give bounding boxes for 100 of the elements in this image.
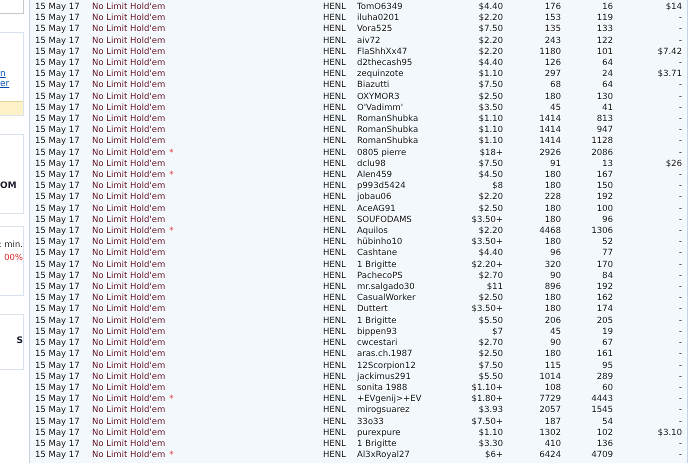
position-cell-text: 162	[596, 293, 613, 304]
buyin-cell-text: $2.50	[478, 92, 503, 103]
sidebar-panel	[0, 0, 24, 14]
player-cell-text: zequinzote	[357, 69, 404, 80]
entrants-cell-text: 153	[544, 13, 561, 24]
heading-text: S	[16, 335, 23, 348]
entrants-cell-text: 180	[544, 204, 561, 215]
entrants-cell-text: 1014	[538, 372, 561, 383]
game-cell: No Limit Hold'em	[92, 293, 166, 304]
entrants-cell-text: 115	[544, 360, 561, 372]
game-cell: No Limit Hold'em	[92, 36, 166, 46]
game-cell: No Limit Hold'em	[92, 181, 166, 192]
player-cell-text: Biazutti	[357, 80, 390, 92]
prize-cell-text: -	[678, 181, 683, 192]
position-cell-text: 4443	[590, 394, 613, 406]
position-cell-text: 95	[601, 360, 613, 372]
game-cell: No Limit Hold'em	[92, 92, 166, 102]
date-cell-text: 15 May 17	[34, 360, 81, 372]
prize-cell: -	[613, 304, 687, 316]
date-cell-text: 15 May 17	[34, 394, 81, 406]
date-cell-text: 15 May 17	[34, 428, 81, 439]
entrants-cell-text: 180	[544, 170, 561, 182]
entrants-cell-text: 206	[544, 316, 561, 327]
position-cell: 813	[561, 114, 613, 126]
date-cell-text: 15 May 17	[34, 181, 81, 192]
game-cell: No Limit Hold'em	[92, 148, 166, 158]
game-cell: No Limit Hold'em	[92, 304, 166, 314]
buyin-cell-text: $4.50	[478, 170, 503, 182]
type-cell: HENL	[323, 58, 357, 70]
buyin-cell-text: $1.10+	[470, 382, 503, 394]
player-cell-text: p993d5424	[357, 181, 407, 192]
buyin-cell-text: $4.40	[478, 248, 503, 260]
date-cell-text: 15 May 17	[34, 125, 81, 136]
buyin-cell-text: $2.20+	[470, 260, 503, 271]
date-cell-text: 15 May 17	[34, 13, 81, 24]
entrants-cell-text: 243	[544, 36, 561, 47]
player-cell-text: aiv72	[357, 36, 382, 47]
entrants-cell-text: 135	[544, 24, 561, 36]
date-cell-text: 15 May 17	[34, 304, 81, 316]
type-cell: HENL	[323, 226, 357, 238]
player-cell-text: RomanShubka	[357, 114, 420, 126]
type-cell-text: HENL	[323, 92, 347, 103]
entrants-cell-text: 68	[549, 80, 561, 92]
player-cell: cwcestari	[357, 338, 457, 350]
link-text[interactable]: n	[0, 69, 6, 79]
position-cell-text: 170	[596, 260, 613, 271]
game-cell: No Limit Hold'em	[92, 46, 166, 57]
game-cell: No Limit Hold'em	[92, 260, 166, 270]
buyin-cell-text: $1.10	[478, 428, 503, 439]
position-cell-text: 16	[601, 2, 613, 14]
date-cell-text: 15 May 17	[34, 2, 81, 14]
entrants-cell-text: 45	[549, 326, 561, 338]
game-cell: No Limit Hold'em	[92, 24, 166, 34]
type-cell-text: HENL	[323, 304, 347, 316]
entrants-cell-text: 320	[544, 260, 561, 271]
player-cell-text: AceAG91	[357, 204, 397, 215]
date-cell-text: 15 May 17	[34, 372, 81, 383]
prize-cell-text: -	[678, 136, 683, 148]
game-cell: No Limit Hold'em	[92, 192, 166, 202]
prize-cell-text: -	[678, 170, 683, 182]
entrants-cell-text: 176	[544, 2, 561, 14]
entrants-cell-text: 1414	[538, 125, 561, 136]
player-cell-text: jackimus291	[357, 372, 412, 383]
game-cell: No Limit Hold'em	[92, 450, 166, 460]
type-cell-text: HENL	[323, 80, 347, 92]
prize-cell: -	[613, 80, 687, 92]
position-cell-text: 1306	[590, 226, 613, 238]
entrants-cell-text: 2926	[538, 148, 561, 159]
buyin-cell-text: $7.50	[478, 80, 503, 92]
buyin-cell: $11	[457, 282, 503, 294]
buyin-cell-text: $4.40	[478, 58, 503, 70]
entrants-cell-text: 7729	[538, 394, 561, 406]
type-cell-text: HENL	[323, 136, 347, 148]
position-cell-text: 41	[601, 102, 613, 114]
type-cell-text: HENL	[323, 114, 347, 126]
game-cell: No Limit Hold'em	[92, 214, 166, 225]
type-cell: HENL	[323, 2, 357, 14]
buyin-cell-text: $3.50+	[470, 237, 503, 248]
prize-cell-text: -	[678, 13, 683, 24]
position-cell: 4709	[561, 450, 613, 462]
entrants-cell-text: 91	[549, 158, 561, 170]
type-cell-text: HENL	[323, 416, 347, 428]
buyin-cell-text: $2.70	[478, 338, 503, 350]
date-cell-text: 15 May 17	[34, 226, 81, 238]
date-cell-text: 15 May 17	[34, 237, 81, 248]
game-cell: No Limit Hold'em	[92, 226, 166, 236]
position-cell-text: 1545	[590, 405, 613, 417]
type-cell-text: HENL	[323, 214, 347, 226]
buyin-cell: $2.20	[457, 226, 503, 238]
date-cell-text: 15 May 17	[34, 438, 81, 450]
position-cell-text: 205	[596, 316, 613, 327]
entrants-cell-text: 1302	[538, 428, 561, 439]
position-cell: 1128	[561, 136, 613, 148]
entrants-cell-text: 410	[544, 438, 561, 450]
prize-cell-text: -	[678, 360, 683, 372]
link-text[interactable]: er	[0, 79, 10, 89]
type-cell: HENL	[323, 170, 357, 182]
buyin-cell-text: $3.30	[478, 438, 503, 450]
player-cell-text: Al3xRoyal27	[357, 450, 411, 462]
buyin-cell-text: $1.10	[478, 136, 503, 148]
